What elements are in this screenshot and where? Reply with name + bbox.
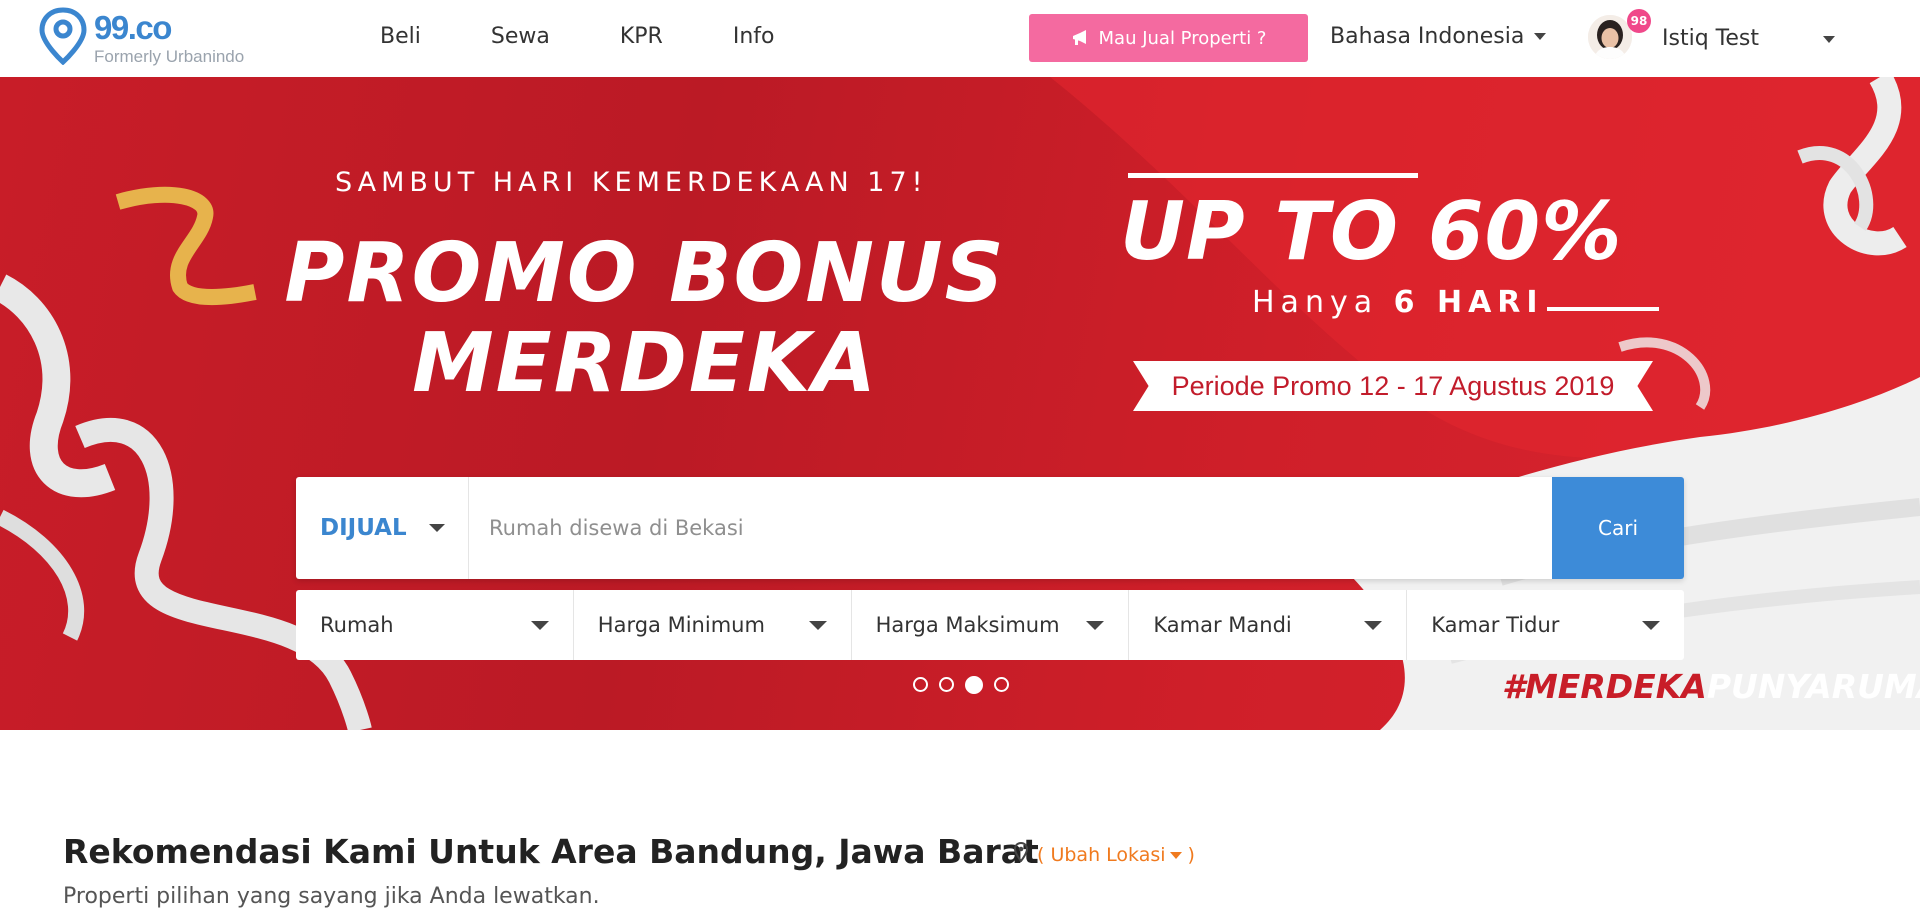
carousel-dot-4[interactable] [994,677,1009,692]
carousel-dot-1[interactable] [913,677,928,692]
filter-label: Kamar Mandi [1153,613,1292,637]
user-name[interactable]: Istiq Test [1662,26,1759,51]
nav-kpr[interactable]: KPR [620,24,663,49]
chevron-down-icon [428,524,445,532]
banner-duration: Hanya 6 HARI [1252,285,1544,320]
change-location-label: Ubah Lokasi [1050,844,1166,866]
top-header: 99.co Formerly Urbanindo Beli Sewa KPR I… [0,0,1920,77]
chevron-down-icon [808,620,827,630]
user-menu-chevron-icon[interactable] [1823,36,1835,43]
carousel-dots [913,675,1020,694]
hashtag-part-red: #MERDEKA [1502,667,1707,706]
sell-property-button[interactable]: Mau Jual Properti ? [1029,14,1308,62]
banner-greeting: SAMBUT HARI KEMERDEKAAN 17! [335,167,928,198]
filter-label: Kamar Tidur [1431,613,1560,637]
chevron-down-icon [1641,620,1660,630]
search-button[interactable]: Cari [1552,477,1684,579]
chevron-down-icon [1169,851,1182,859]
listing-type-dropdown[interactable]: DIJUAL [296,477,469,579]
avatar[interactable] [1588,15,1632,59]
search-filters: Rumah Harga Minimum Harga Maksimum Kamar… [296,590,1684,660]
bathrooms-dropdown[interactable]: Kamar Mandi [1129,590,1408,660]
chevron-down-icon [1086,620,1105,630]
location-pin-logo-icon [39,7,87,65]
language-selector[interactable]: Bahasa Indonesia [1330,24,1547,49]
search-input[interactable] [469,477,1552,579]
logo[interactable]: 99.co Formerly Urbanindo [38,7,298,69]
change-location-link[interactable]: ( Ubah Lokasi) [1037,844,1195,866]
main-nav: Beli Sewa KPR Info [380,24,844,49]
logo-subtitle: Formerly Urbanindo [94,47,245,66]
notification-badge[interactable]: 98 [1627,9,1651,33]
sell-button-label: Mau Jual Properti ? [1098,27,1267,49]
max-price-dropdown[interactable]: Harga Maksimum [852,590,1130,660]
language-label: Bahasa Indonesia [1330,24,1525,49]
property-type-dropdown[interactable]: Rumah [296,590,574,660]
banner-discount: UP TO 60% [1120,185,1623,278]
section-title: Rekomendasi Kami Untuk Area Bandung, Jaw… [63,832,1039,871]
search-bar: DIJUAL Cari [296,477,1684,579]
change-location-close-paren: ) [1187,844,1195,866]
banner-title-line1: PROMO BONUS [284,226,1006,321]
banner-period: Periode Promo 12 - 17 Agustus 2019 [1133,361,1653,411]
nav-info[interactable]: Info [733,24,775,49]
section-subtitle: Properti pilihan yang sayang jika Anda l… [63,884,600,909]
banner-duration-days: 6 HARI [1393,285,1544,320]
filter-label: Harga Maksimum [875,613,1060,637]
change-location-open-paren: ( [1037,844,1045,866]
divider [1128,173,1418,178]
bedrooms-dropdown[interactable]: Kamar Tidur [1407,590,1684,660]
filter-label: Rumah [320,613,394,637]
chevron-down-icon [1364,620,1383,630]
chevron-down-icon [1534,33,1547,40]
banner-duration-prefix: Hanya [1252,285,1379,320]
banner-title-line2: MERDEKA [412,316,878,411]
chevron-down-icon [530,620,549,630]
listing-type-label: DIJUAL [320,515,407,541]
nav-sewa[interactable]: Sewa [491,24,550,49]
divider [1547,307,1659,311]
hashtag-part-white: PUNYARUMA [1706,667,1920,706]
carousel-dot-3[interactable] [965,675,983,694]
promo-banner[interactable]: SAMBUT HARI KEMERDEKAAN 17! PROMO BONUS … [0,77,1920,730]
banner-title: PROMO BONUS MERDEKA [255,229,1035,409]
filter-label: Harga Minimum [597,613,765,637]
banner-hashtag: #MERDEKAPUNYARUMA [1502,667,1920,706]
carousel-dot-2[interactable] [939,677,954,692]
map-pin-icon [1013,841,1029,866]
min-price-dropdown[interactable]: Harga Minimum [574,590,852,660]
logo-text: 99.co [94,9,172,46]
nav-beli[interactable]: Beli [380,24,421,49]
megaphone-icon [1071,29,1089,47]
